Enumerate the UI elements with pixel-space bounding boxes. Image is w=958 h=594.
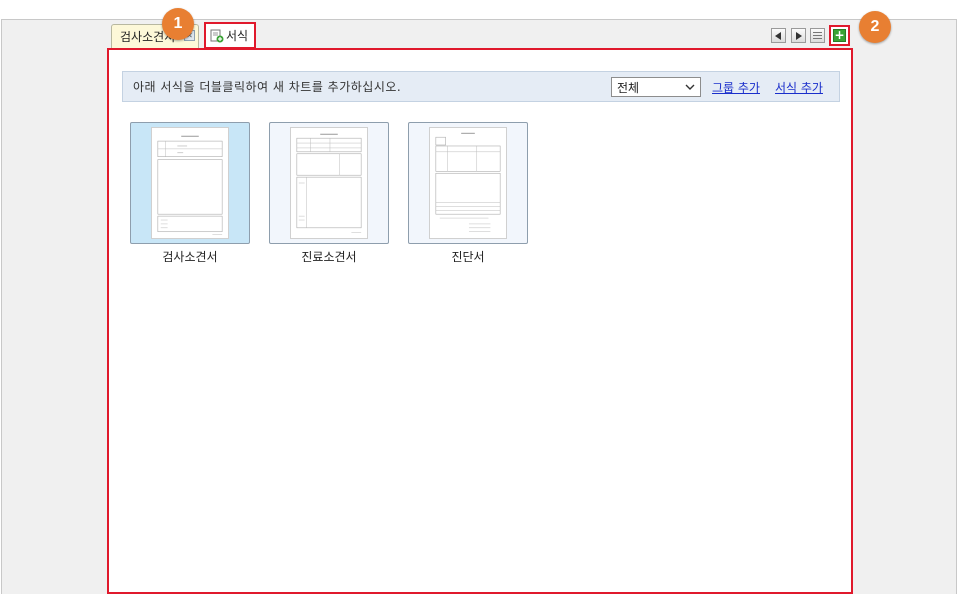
step-marker-1: 1 [162, 8, 194, 40]
add-tab-button[interactable]: + [829, 25, 850, 46]
tab-forms[interactable]: 서식 [204, 22, 256, 49]
form-thumbnail [290, 127, 368, 239]
chevron-down-icon [685, 84, 695, 90]
triangle-left-icon [775, 31, 781, 40]
tab-label: 서식 [226, 29, 249, 43]
form-label: 진료소견서 [301, 250, 357, 264]
add-form-link[interactable]: 서식 추가 [775, 79, 823, 96]
triangle-right-icon [796, 31, 802, 40]
form-tile-diagnosis[interactable] [408, 122, 528, 244]
form-add-icon [210, 29, 224, 42]
plus-icon: + [833, 28, 846, 42]
step-marker-2: 2 [859, 11, 891, 43]
next-tab-button[interactable] [791, 28, 806, 43]
add-group-link[interactable]: 그룹 추가 [712, 79, 760, 96]
instruction-text: 아래 서식을 더블클릭하여 새 차트를 추가하십시오. [133, 80, 402, 94]
form-thumbnail [151, 127, 229, 239]
form-label: 진단서 [451, 250, 485, 264]
list-icon [813, 32, 822, 39]
form-thumbnail [429, 127, 507, 239]
form-tile-exam-report[interactable] [130, 122, 250, 244]
tab-list-button[interactable] [810, 28, 825, 43]
group-filter-select[interactable]: 전체 [611, 77, 701, 97]
select-value: 전체 [617, 80, 640, 95]
prev-tab-button[interactable] [771, 28, 786, 43]
form-label: 검사소견서 [162, 250, 218, 264]
forms-toolbar: 아래 서식을 더블클릭하여 새 차트를 추가하십시오. 전체 그룹 추가 서식 … [122, 71, 840, 102]
forms-panel: 아래 서식을 더블클릭하여 새 차트를 추가하십시오. 전체 그룹 추가 서식 … [107, 48, 853, 594]
form-tile-medical-opinion[interactable] [269, 122, 389, 244]
